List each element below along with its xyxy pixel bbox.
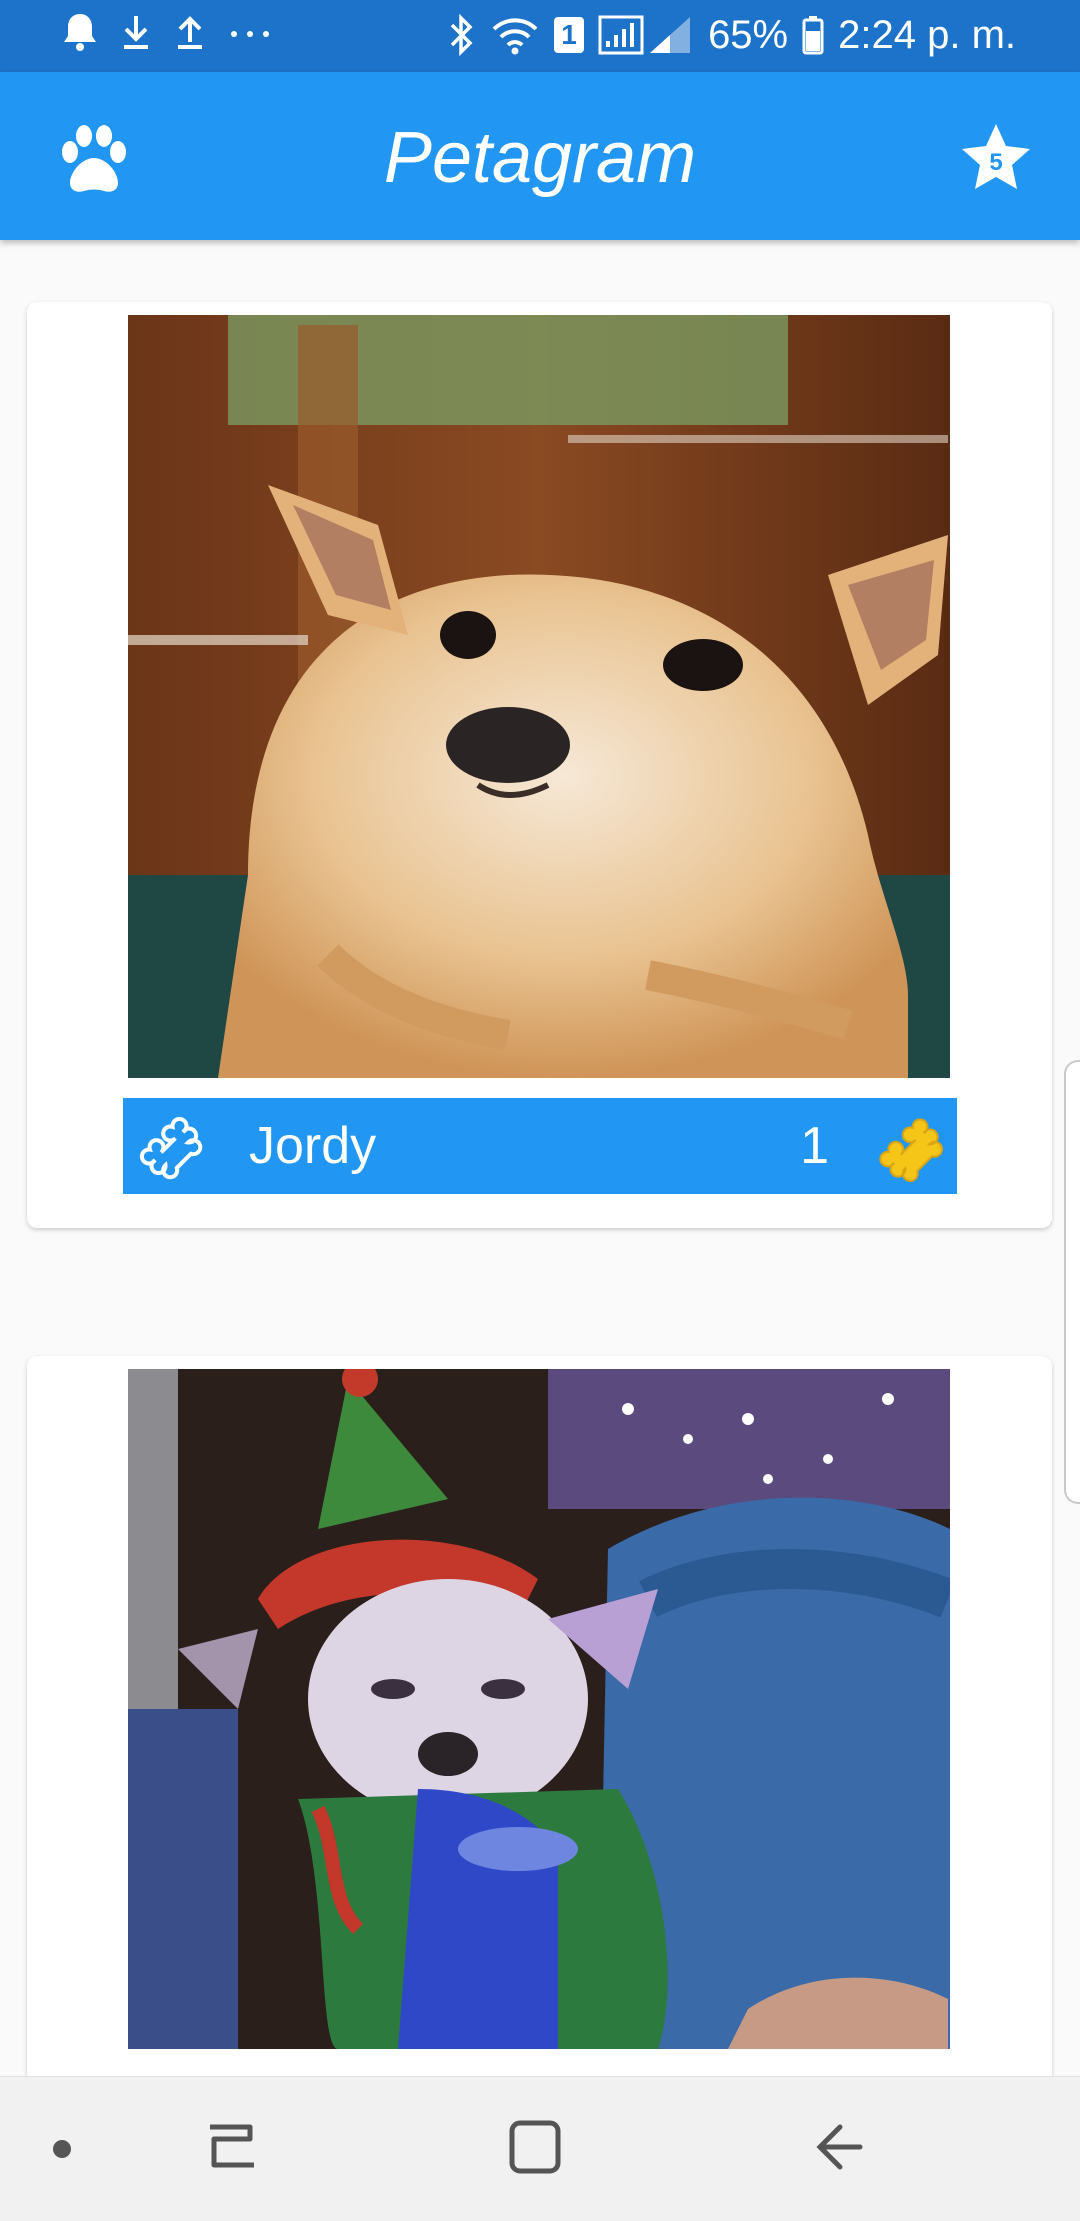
- edge-panel-handle[interactable]: [1064, 1060, 1080, 1504]
- star-badge: 5: [989, 149, 1002, 176]
- bone-filled-icon[interactable]: [871, 1110, 947, 1186]
- pet-card[interactable]: Jordy 1: [27, 302, 1052, 1228]
- battery-icon: [802, 16, 824, 55]
- notification-bell-icon: [64, 14, 96, 51]
- status-bar: 1 65% 2:24 p. m.: [0, 0, 1080, 72]
- favorites-button[interactable]: 5: [958, 120, 1034, 201]
- bone-outline-icon[interactable]: [133, 1110, 205, 1182]
- more-dots-icon: [231, 31, 269, 37]
- app-title: Petagram: [383, 118, 697, 198]
- status-right: 1 65% 2:24 p. m.: [448, 10, 1016, 60]
- chihuahua-photo: [128, 315, 950, 1078]
- status-left: [62, 12, 272, 52]
- recent-apps-icon[interactable]: [204, 2117, 260, 2177]
- bluetooth-icon: [450, 13, 473, 57]
- home-icon[interactable]: [506, 2117, 566, 2177]
- navigation-bar: [0, 2076, 1080, 2221]
- back-icon[interactable]: [810, 2117, 866, 2177]
- chihuahua-elf-photo: [128, 1369, 950, 2049]
- pet-card[interactable]: [27, 1356, 1052, 2156]
- star-icon: 5: [962, 124, 1030, 189]
- battery-percent: 65%: [708, 13, 789, 57]
- download-icon: [124, 16, 148, 49]
- dot-icon[interactable]: [50, 2137, 74, 2161]
- upload-icon: [178, 16, 202, 49]
- pet-photo: [128, 315, 950, 1078]
- pet-photo: [128, 1369, 950, 2049]
- wifi-badge: 1: [554, 17, 585, 53]
- app-bar: Petagram 5: [0, 72, 1080, 240]
- wifi-icon: [492, 18, 538, 55]
- clock: 2:24 p. m.: [838, 13, 1016, 57]
- pet-likes-count: 1: [800, 1117, 829, 1175]
- signal-icon: [598, 15, 691, 55]
- pet-info-bar: Jordy 1: [123, 1098, 957, 1194]
- pet-name: Jordy: [249, 1117, 377, 1175]
